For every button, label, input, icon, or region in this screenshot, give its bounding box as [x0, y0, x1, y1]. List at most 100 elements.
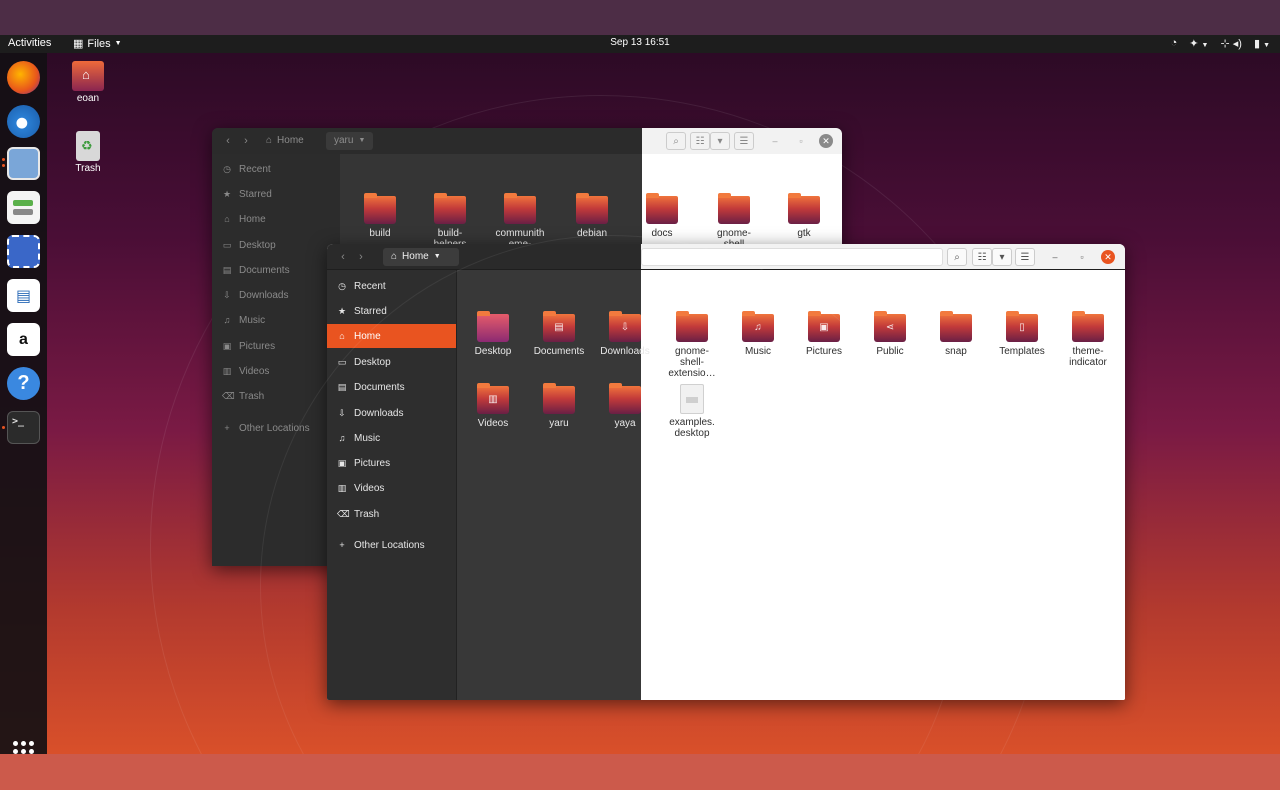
desktop-icon-label: eoan [76, 93, 100, 104]
show-applications-icon[interactable] [13, 741, 34, 754]
sidebar-item-music[interactable]: ♫ Music [327, 426, 456, 450]
file-item-downloads[interactable]: ⇩ Downloads [593, 311, 657, 357]
thunderbird-icon[interactable] [7, 105, 40, 138]
files-window-front[interactable]: ‹ › ⌂ Home ▼ ⌕ ☷ ▾ ☰ – ▫ ✕ ◷ Recent ★ Star… [327, 244, 1125, 700]
sidebar-item-recent[interactable]: ◷ Recent [212, 157, 340, 181]
forward-icon[interactable]: › [238, 133, 254, 149]
desktop-icon-home[interactable]: eoan [58, 61, 118, 104]
network-icon[interactable]: ⊹ ◂) [1220, 37, 1241, 50]
file-item-templates[interactable]: ▯ Templates [990, 311, 1054, 357]
forward-icon[interactable]: › [353, 249, 369, 265]
file-item[interactable] [488, 263, 552, 298]
activities-button[interactable]: Activities [8, 37, 51, 49]
file-item-gnome-shell-extensions[interactable]: gnome- shell- extensio… [660, 311, 724, 379]
sidebar-item-music[interactable]: ♫ Music [212, 308, 340, 332]
file-item-yaru[interactable]: yaru [527, 383, 591, 429]
back-icon[interactable]: ‹ [220, 133, 236, 149]
file-item[interactable]: build- helpers [418, 193, 482, 250]
file-item[interactable]: docs [630, 193, 694, 239]
sidebar-item-videos[interactable]: ▥ Videos [327, 476, 456, 500]
sidebar-item-other-locations[interactable]: + Other Locations [327, 533, 456, 557]
sidebar-item-downloads[interactable]: ⇩ Downloads [212, 283, 340, 307]
sidebar-item-pictures[interactable]: ▣ Pictures [212, 334, 340, 358]
desktop-icon-trash[interactable]: Trash [58, 131, 118, 174]
file-item[interactable]: gtk [772, 193, 836, 239]
sidebar-item-starred[interactable]: ★ Starred [212, 182, 340, 206]
file-item-yaya[interactable]: yaya [593, 383, 657, 429]
file-item-videos[interactable]: ▥ Videos [461, 383, 525, 429]
sidebar-item-videos[interactable]: ▥ Videos [212, 359, 340, 383]
software-icon[interactable] [7, 191, 40, 224]
breadcrumb-home[interactable]: ⌂ Home ▼ [383, 248, 459, 266]
maximize-button[interactable]: ▫ [1075, 250, 1089, 264]
maximize-button[interactable]: ▫ [794, 134, 808, 148]
app-menu[interactable]: ▦ Files ▼ [73, 37, 122, 51]
minimize-button[interactable]: – [1048, 250, 1062, 264]
sidebar-item-label: Pictures [354, 457, 391, 469]
documents-icon: ▤ [222, 264, 232, 275]
file-item-snap[interactable]: snap [924, 311, 988, 357]
view-list-button[interactable]: ☷ [690, 132, 710, 150]
help-icon[interactable]: ? [7, 367, 40, 400]
sidebar-item-desktop[interactable]: ▭ Desktop [327, 350, 456, 374]
minimize-button[interactable]: – [768, 134, 782, 148]
sidebar-item-desktop[interactable]: ▭ Desktop [212, 233, 340, 257]
menu-button[interactable]: ☰ [1015, 248, 1035, 266]
sidebar-item-documents[interactable]: ▤ Documents [327, 375, 456, 399]
sidebar-item-starred[interactable]: ★ Starred [327, 299, 456, 323]
running-indicator [2, 426, 5, 429]
view-list-button[interactable]: ☷ [972, 248, 992, 266]
sidebar-item-label: Home [239, 213, 266, 225]
path-bar[interactable] [641, 248, 943, 266]
sidebar-item-trash[interactable]: ⌫ Trash [212, 384, 340, 408]
files-window-back[interactable]: ‹ › ⌂ Home yaru ▼ ⌕ ☷ ▾ ☰ – ▫ ✕ ◷ Recent … [212, 128, 842, 566]
sidebar-item-documents[interactable]: ▤ Documents [212, 258, 340, 282]
writer-icon[interactable]: ▤ [7, 279, 40, 312]
files-icon[interactable] [7, 147, 40, 180]
menu-button[interactable]: ☰ [734, 132, 754, 150]
sidebar-item-pictures[interactable]: ▣ Pictures [327, 451, 456, 475]
back-icon[interactable]: ‹ [335, 249, 351, 265]
search-icon: ⌕ [673, 136, 679, 147]
file-item-examples-desktop[interactable]: examples. desktop [660, 384, 724, 439]
system-tray[interactable]: ◔ ✦ ▼ ⊹ ◂) ▮ ▼ [1171, 37, 1270, 50]
view-options-button[interactable]: ▾ [710, 132, 730, 150]
clock[interactable]: Sep 13 16:51 [610, 37, 670, 48]
templates-folder-icon: ▯ [1006, 311, 1038, 342]
file-item[interactable]: gnome- shell [702, 193, 766, 250]
file-item-public[interactable]: ⋖ Public [858, 311, 922, 357]
sidebar-item-label: Recent [239, 163, 271, 175]
file-item-documents[interactable]: ▤ Documents [527, 311, 591, 357]
file-item-music[interactable]: ♫ Music [726, 311, 790, 357]
sidebar-item-label: Videos [239, 365, 270, 377]
folder-icon [646, 193, 678, 224]
file-item[interactable]: build [348, 193, 412, 239]
close-button[interactable]: ✕ [819, 134, 833, 148]
file-item[interactable] [560, 263, 624, 298]
file-item-desktop[interactable]: Desktop [461, 311, 525, 357]
search-button[interactable]: ⌕ [666, 132, 686, 150]
close-button[interactable]: ✕ [1101, 250, 1115, 264]
breadcrumb-yaru[interactable]: yaru ▼ [326, 132, 374, 150]
sidebar-item-other-locations[interactable]: + Other Locations [212, 416, 340, 440]
view-options-button[interactable]: ▾ [992, 248, 1012, 266]
sidebar-item-home[interactable]: ⌂ Home [327, 324, 456, 348]
battery-icon[interactable]: ▮ ▼ [1254, 37, 1270, 50]
file-item-theme-indicator[interactable]: theme- indicator [1056, 311, 1120, 368]
firefox-icon[interactable] [7, 61, 40, 94]
file-item-pictures[interactable]: ▣ Pictures [792, 311, 856, 357]
pictures-folder-icon: ▣ [808, 311, 840, 342]
sidebar-item-downloads[interactable]: ⇩ Downloads [327, 401, 456, 425]
sidebar-item-recent[interactable]: ◷ Recent [327, 274, 456, 298]
amazon-icon[interactable]: a [7, 323, 40, 356]
sidebar-item-trash[interactable]: ⌫ Trash [327, 502, 456, 526]
sidebar-item-home[interactable]: ⌂ Home [212, 207, 340, 231]
terminal-icon[interactable]: >_ [7, 411, 40, 444]
breadcrumb-home[interactable]: ⌂ Home [258, 132, 312, 150]
screenshot-icon[interactable] [7, 235, 40, 268]
search-button[interactable]: ⌕ [947, 248, 967, 266]
file-item[interactable]: debian [560, 193, 624, 239]
accessibility-icon[interactable]: ✦ ▼ [1189, 37, 1208, 50]
close-icon: ✕ [822, 136, 830, 146]
sidebar-item-label: Downloads [239, 289, 289, 301]
